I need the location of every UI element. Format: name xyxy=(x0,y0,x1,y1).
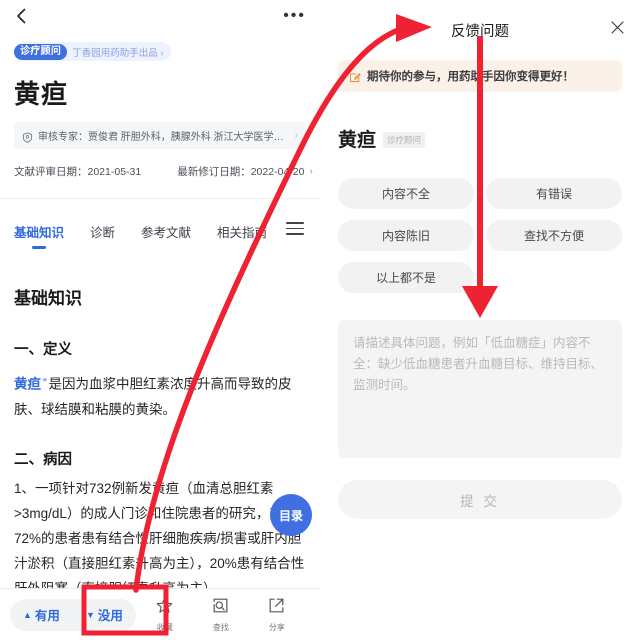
close-icon[interactable] xyxy=(609,19,626,36)
share-button[interactable]: 分享 xyxy=(260,596,294,633)
not-useful-label: 没用 xyxy=(97,609,123,623)
star-icon xyxy=(155,596,174,620)
tab-basic-knowledge[interactable]: 基础知识 xyxy=(14,222,64,241)
definition-paragraph: 黄疸⚭是因为血浆中胆红素浓度升高而导致的皮肤、球结膜和粘膜的黄染。 xyxy=(14,368,308,422)
share-icon xyxy=(267,596,286,620)
option-none-of-above[interactable]: 以上都不是 xyxy=(338,262,474,293)
chevron-right-icon: › xyxy=(309,166,313,177)
tab-guidelines[interactable]: 相关指南 xyxy=(217,222,267,241)
favorite-button[interactable]: 收藏 xyxy=(148,596,182,633)
feedback-sheet-panel: 反馈问题 期待你的参与，用药助手因你变得更好！ 黄疸 诊疗顾问 内容不全 有错误 xyxy=(320,0,640,640)
section-heading: 基础知识 xyxy=(14,289,82,308)
review-date: 文献评审日期：2021-05-31 xyxy=(14,166,142,178)
search-button[interactable]: 查找 xyxy=(204,596,238,633)
shield-check-icon xyxy=(22,130,33,143)
subsection-definition-heading: 一、定义 xyxy=(14,342,72,358)
useful-button[interactable]: ▲ 有用 xyxy=(10,605,73,624)
ellipsis-icon[interactable]: ••• xyxy=(283,8,306,24)
useful-label: 有用 xyxy=(34,609,60,623)
page-title: 黄疸 xyxy=(14,79,69,109)
etiology-paragraph: 1、一项针对732例新发黄疸（血清总胆红素>3mg/dL）的成人门诊和住院患者的… xyxy=(14,481,305,596)
source-tag-row[interactable]: 诊疗顾问 丁香园用药助手出品 › xyxy=(14,42,171,61)
tab-diagnosis[interactable]: 诊断 xyxy=(90,222,115,241)
search-label: 查找 xyxy=(212,623,229,632)
content-tabs: 基础知识 诊断 参考文献 相关指南 xyxy=(0,222,320,254)
feedback-textarea[interactable] xyxy=(338,320,622,458)
dates-row[interactable]: 文献评审日期：2021-05-31 最新修订日期：2022-04-20 › xyxy=(14,164,313,179)
option-has-error[interactable]: 有错误 xyxy=(486,178,622,209)
arrow-up-icon: ▲ xyxy=(23,609,32,620)
option-outdated-content[interactable]: 内容陈旧 xyxy=(338,220,474,251)
option-hard-to-find[interactable]: 查找不方便 xyxy=(486,220,622,251)
feedback-options-grid: 内容不全 有错误 内容陈旧 查找不方便 以上都不是 xyxy=(338,178,622,293)
glossary-link-jaundice[interactable]: 黄疸 xyxy=(14,377,41,392)
vote-pill: ▲ 有用 ▼ 没用 xyxy=(10,598,136,631)
feedback-subject-tag: 诊疗顾问 xyxy=(383,132,426,148)
share-label: 分享 xyxy=(268,623,285,632)
edit-note-icon xyxy=(349,70,361,82)
navigation-bar: ••• xyxy=(0,0,320,36)
bottom-bar-icons: 收藏 查找 分享 xyxy=(148,596,294,633)
back-button[interactable] xyxy=(12,6,32,26)
revised-date: 最新修订日期：2022-04-20 xyxy=(177,166,305,178)
expert-text: 审核专家：贾俊君 肝胆外科，胰腺外科 浙江大学医学院... xyxy=(38,132,291,143)
bottom-action-bar: ▲ 有用 ▼ 没用 收藏 查找 分享 xyxy=(0,588,320,640)
not-useful-button[interactable]: ▼ 没用 xyxy=(73,605,136,624)
search-icon xyxy=(211,596,230,620)
encouragement-banner: 期待你的参与，用药助手因你变得更好！ xyxy=(338,60,622,92)
link-superscript-icon: ⚭ xyxy=(41,375,49,385)
chevron-right-icon: › xyxy=(294,130,298,141)
tab-references[interactable]: 参考文献 xyxy=(141,222,191,241)
encouragement-text: 期待你的参与，用药助手因你变得更好！ xyxy=(367,71,574,83)
option-incomplete-content[interactable]: 内容不全 xyxy=(338,178,474,209)
feedback-subject-title: 黄疸 xyxy=(338,130,377,151)
definition-body-text: 是因为血浆中胆红素浓度升高而导致的皮肤、球结膜和粘膜的黄染。 xyxy=(14,376,292,417)
divider xyxy=(0,198,320,199)
source-label: 丁香园用药助手出品 › xyxy=(72,47,164,59)
subsection-etiology-heading: 二、病因 xyxy=(14,452,72,468)
article-panel: ••• 诊疗顾问 丁香园用药助手出品 › 黄疸 审核专家：贾俊君 肝胆外科，胰腺… xyxy=(0,0,320,640)
feedback-subject-row: 黄疸 诊疗顾问 xyxy=(338,125,426,152)
screenshot-root: ••• 诊疗顾问 丁香园用药助手出品 › 黄疸 审核专家：贾俊君 肝胆外科，胰腺… xyxy=(0,0,640,640)
arrow-down-icon: ▼ xyxy=(85,609,95,620)
expert-reviewer-row[interactable]: 审核专家：贾俊君 肝胆外科，胰腺外科 浙江大学医学院... › xyxy=(14,122,306,149)
favorite-label: 收藏 xyxy=(156,623,173,632)
table-of-contents-button[interactable]: 目录 xyxy=(270,494,312,536)
feedback-sheet-title: 反馈问题 xyxy=(451,24,509,40)
submit-button[interactable]: 提 交 xyxy=(338,480,622,519)
hamburger-menu-icon[interactable] xyxy=(286,222,304,239)
advisor-badge: 诊疗顾问 xyxy=(14,43,68,60)
